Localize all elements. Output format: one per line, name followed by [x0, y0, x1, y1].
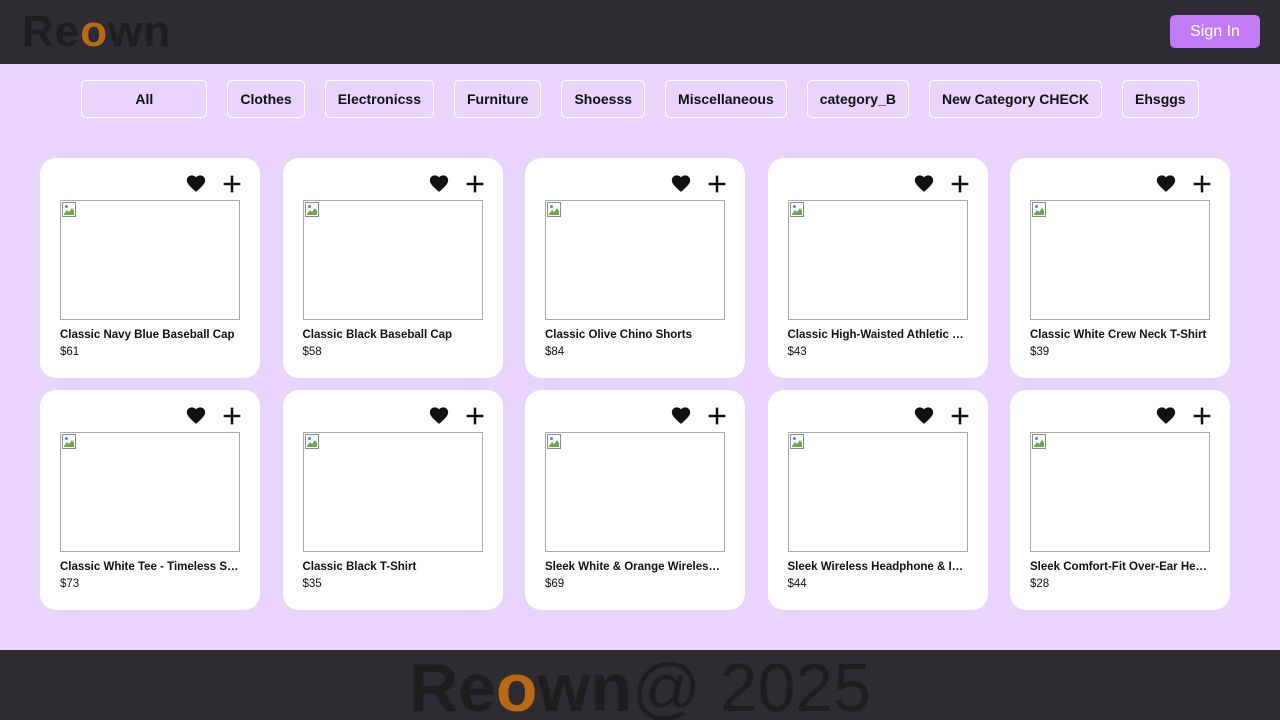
plus-icon[interactable] [222, 174, 242, 194]
category-clothes[interactable]: Clothes [227, 80, 305, 118]
product-title[interactable]: Classic High-Waisted Athletic Joggers [788, 329, 968, 341]
plus-icon[interactable] [707, 174, 727, 194]
product-card[interactable]: Sleek White & Orange Wireless Gaming Con… [525, 390, 745, 610]
logo[interactable]: Reown [22, 7, 171, 57]
product-card[interactable]: Sleek Comfort-Fit Over-Ear Headphones $28 [1010, 390, 1230, 610]
plus-icon[interactable] [1192, 174, 1212, 194]
broken-image-icon [62, 202, 78, 218]
broken-image-icon [304, 202, 321, 218]
broken-image-icon [1032, 434, 1048, 450]
plus-icon[interactable] [707, 406, 727, 426]
product-image[interactable] [60, 432, 240, 552]
plus-icon[interactable] [950, 406, 970, 426]
product-card[interactable]: Classic Navy Blue Baseball Cap $61 [40, 158, 260, 378]
top-bar: Reown Sign In [0, 0, 1280, 64]
product-image[interactable] [545, 432, 725, 552]
product-price: $28 [1030, 578, 1050, 590]
heart-icon[interactable] [186, 174, 206, 194]
broken-image-icon [789, 434, 806, 450]
product-title[interactable]: Sleek White & Orange Wireless Gaming Con… [545, 561, 725, 573]
broken-image-icon [62, 434, 78, 450]
product-card[interactable]: Classic High-Waisted Athletic Joggers $43 [767, 158, 988, 378]
product-price: $73 [60, 578, 80, 590]
heart-icon[interactable] [671, 174, 691, 194]
plus-icon[interactable] [1192, 406, 1212, 426]
product-price: $69 [545, 578, 565, 590]
product-image[interactable] [787, 200, 968, 320]
plus-icon[interactable] [950, 174, 970, 194]
broken-image-icon [789, 202, 806, 218]
footer-copyright: @ 2025 [631, 650, 872, 720]
product-image[interactable] [787, 432, 968, 552]
product-image[interactable] [545, 200, 725, 320]
product-price: $84 [545, 346, 565, 358]
footer: Reown@ 2025 [0, 650, 1280, 720]
category-electronicss[interactable]: Electronicss [324, 80, 434, 118]
category-category-b[interactable]: category_B [806, 80, 909, 118]
product-price: $58 [302, 346, 322, 358]
product-card[interactable]: Classic Black T-Shirt $35 [282, 390, 503, 610]
broken-image-icon [1032, 202, 1048, 218]
heart-icon[interactable] [914, 174, 934, 194]
product-title[interactable]: Classic Black Baseball Cap [303, 329, 483, 341]
heart-icon[interactable] [429, 174, 449, 194]
category-ehsggs[interactable]: Ehsggs [1122, 80, 1199, 118]
heart-icon[interactable] [671, 406, 691, 426]
product-image[interactable] [302, 432, 483, 552]
category-miscellaneous[interactable]: Miscellaneous [665, 80, 787, 118]
product-title[interactable]: Sleek Comfort-Fit Over-Ear Headphones [1030, 561, 1210, 573]
product-title[interactable]: Classic White Tee - Timeless Style [60, 561, 240, 573]
sign-in-button[interactable]: Sign In [1170, 15, 1260, 48]
product-price: $43 [787, 346, 807, 358]
category-all[interactable]: All [81, 80, 208, 118]
product-card[interactable]: Classic White Crew Neck T-Shirt $39 [1010, 158, 1230, 378]
product-title[interactable]: Classic Black T-Shirt [303, 561, 483, 573]
product-price: $61 [60, 346, 80, 358]
product-price: $44 [787, 578, 807, 590]
product-card[interactable]: Sleek Wireless Headphone & Inked Earbud … [767, 390, 988, 610]
category-new-category-check[interactable]: New Category CHECK [929, 80, 1103, 118]
product-image[interactable] [302, 200, 483, 320]
product-image[interactable] [60, 200, 240, 320]
product-image[interactable] [1030, 432, 1210, 552]
product-card[interactable]: Classic Black Baseball Cap $58 [282, 158, 503, 378]
footer-logo: Reown@ 2025 [0, 652, 1280, 720]
broken-image-icon [304, 434, 321, 450]
product-image[interactable] [1030, 200, 1210, 320]
product-title[interactable]: Sleek Wireless Headphone & Inked Earbud … [788, 561, 968, 573]
broken-image-icon [547, 202, 563, 218]
product-card[interactable]: Classic White Tee - Timeless Style $73 [40, 390, 260, 610]
product-title[interactable]: Classic White Crew Neck T-Shirt [1030, 329, 1210, 341]
heart-icon[interactable] [1156, 406, 1176, 426]
product-title[interactable]: Classic Navy Blue Baseball Cap [60, 329, 240, 341]
product-price: $39 [1030, 346, 1050, 358]
heart-icon[interactable] [429, 406, 449, 426]
plus-icon[interactable] [465, 406, 485, 426]
plus-icon[interactable] [465, 174, 485, 194]
broken-image-icon [547, 434, 563, 450]
product-grid: Classic Navy Blue Baseball Cap $61 Classic… [40, 158, 1230, 610]
heart-icon[interactable] [1156, 174, 1176, 194]
heart-icon[interactable] [186, 406, 206, 426]
category-shoesss[interactable]: Shoesss [561, 80, 646, 118]
category-furniture[interactable]: Furniture [453, 80, 542, 118]
product-card[interactable]: Classic Olive Chino Shorts $84 [525, 158, 745, 378]
heart-icon[interactable] [914, 406, 934, 426]
plus-icon[interactable] [222, 406, 242, 426]
product-price: $35 [302, 578, 322, 590]
product-title[interactable]: Classic Olive Chino Shorts [545, 329, 725, 341]
category-filter-bar: All Clothes Electronicss Furniture Shoes… [0, 80, 1280, 118]
